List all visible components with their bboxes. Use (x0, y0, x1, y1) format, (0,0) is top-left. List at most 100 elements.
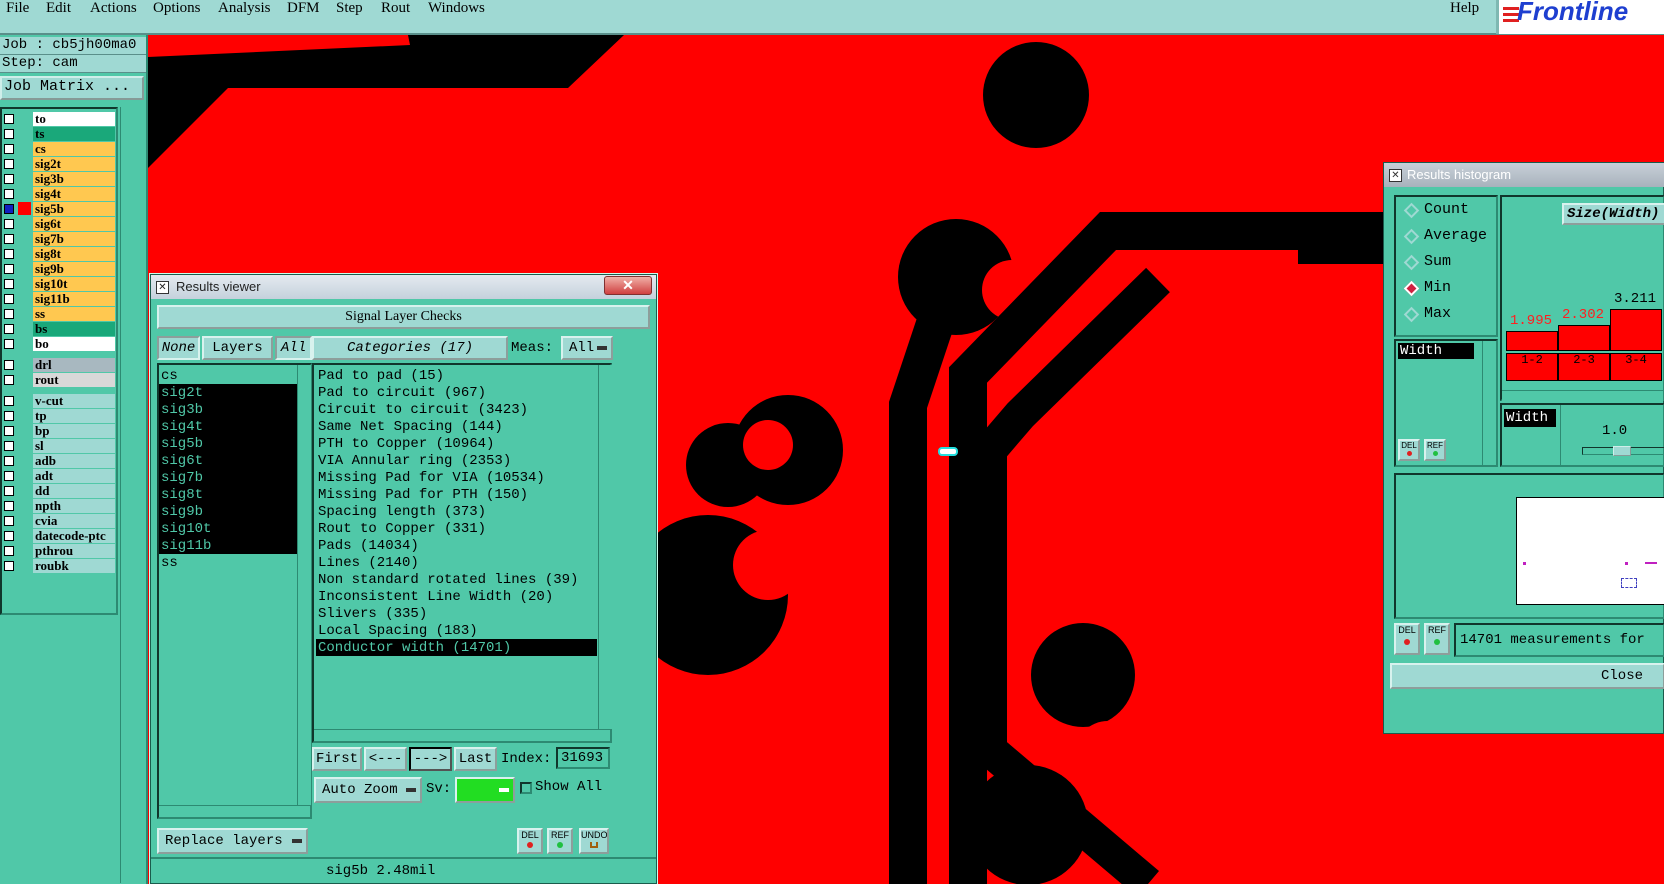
layer-row-sl[interactable]: sl (2, 438, 116, 453)
layer-checkbox[interactable] (4, 396, 14, 406)
check-set-header[interactable]: Signal Layer Checks (157, 305, 650, 329)
layer-checkbox[interactable] (4, 531, 14, 541)
layer-work-marker[interactable] (18, 544, 31, 557)
category-item[interactable]: Rout to Copper (331) (316, 520, 597, 537)
result-layer-item[interactable]: sig2t (159, 384, 297, 401)
del-button[interactable]: DEL (517, 828, 543, 854)
category-item[interactable]: Missing Pad for VIA (10534) (316, 469, 597, 486)
layer-checkbox[interactable] (4, 486, 14, 496)
layer-work-marker[interactable] (18, 409, 31, 422)
layer-work-marker[interactable] (18, 142, 31, 155)
menu-help[interactable]: Help (1450, 0, 1479, 17)
layer-work-marker[interactable] (18, 439, 31, 452)
category-item[interactable]: Spacing length (373) (316, 503, 597, 520)
ref-button[interactable]: REF (547, 828, 573, 854)
layer-work-marker[interactable] (18, 514, 31, 527)
layer-row-sig3b[interactable]: sig3b (2, 171, 116, 186)
result-layer-item[interactable]: sig10t (159, 520, 297, 537)
layer-checkbox[interactable] (4, 324, 14, 334)
layer-checkbox[interactable] (4, 159, 14, 169)
layer-work-marker[interactable] (18, 187, 31, 200)
layer-work-marker[interactable] (18, 559, 31, 572)
category-item[interactable]: PTH to Copper (10964) (316, 435, 597, 452)
layer-row-sig5b[interactable]: sig5b (2, 201, 116, 216)
layer-work-marker[interactable] (18, 454, 31, 467)
close-icon[interactable]: ✕ (604, 276, 652, 295)
layer-row-sig9b[interactable]: sig9b (2, 261, 116, 276)
show-all-checkbox[interactable] (520, 782, 532, 794)
category-item[interactable]: Conductor width (14701) (316, 639, 597, 656)
layer-checkbox[interactable] (4, 441, 14, 451)
bin-width-slider[interactable] (1582, 446, 1664, 456)
menu-file[interactable]: File (6, 0, 29, 17)
mode-radio-average[interactable]: Average (1403, 227, 1506, 249)
layer-checkbox[interactable] (4, 279, 14, 289)
layer-row-sig2t[interactable]: sig2t (2, 156, 116, 171)
field-list-scrollbar[interactable] (1482, 341, 1496, 465)
layer-checkbox[interactable] (4, 501, 14, 511)
layer-work-marker[interactable] (18, 358, 31, 371)
slider-field-scrollbar[interactable] (1560, 405, 1574, 465)
layer-row-sig7b[interactable]: sig7b (2, 231, 116, 246)
histogram-bar[interactable] (1506, 331, 1558, 351)
layer-work-marker[interactable] (18, 247, 31, 260)
layer-work-marker[interactable] (18, 394, 31, 407)
layer-row-roubk[interactable]: roubk (2, 558, 116, 573)
layer-work-marker[interactable] (18, 322, 31, 335)
last-button[interactable]: Last (454, 747, 497, 771)
auto-zoom-dropdown[interactable]: Auto Zoom (314, 777, 422, 803)
layer-work-marker[interactable] (18, 337, 31, 350)
layer-work-marker[interactable] (18, 529, 31, 542)
layer-checkbox[interactable] (4, 189, 14, 199)
category-item[interactable]: Inconsistent Line Width (20) (316, 588, 597, 605)
layer-checkbox[interactable] (4, 561, 14, 571)
none-button[interactable]: None (157, 336, 200, 360)
layer-row-bo[interactable]: bo (2, 336, 116, 351)
layer-checkbox[interactable] (4, 360, 14, 370)
menu-dfm[interactable]: DFM (287, 0, 320, 17)
category-item[interactable]: VIA Annular ring (2353) (316, 452, 597, 469)
layer-work-marker[interactable] (18, 307, 31, 320)
menu-options[interactable]: Options (153, 0, 201, 17)
window-icon[interactable]: ✕ (1389, 169, 1402, 182)
menu-rout[interactable]: Rout (381, 0, 410, 17)
menu-analysis[interactable]: Analysis (218, 0, 271, 17)
category-item[interactable]: Pad to circuit (967) (316, 384, 597, 401)
category-item[interactable]: Slivers (335) (316, 605, 597, 622)
layer-checkbox[interactable] (4, 174, 14, 184)
layer-panel-scrollbar[interactable] (120, 107, 144, 883)
field-del-button[interactable]: DEL (1398, 439, 1420, 461)
layer-row-drl[interactable]: drl (2, 357, 116, 372)
job-matrix-button[interactable]: Job Matrix ... (0, 76, 144, 100)
layer-work-marker[interactable] (18, 112, 31, 125)
layer-row-dd[interactable]: dd (2, 483, 116, 498)
layer-row-to[interactable]: to (2, 111, 116, 126)
menu-edit[interactable]: Edit (46, 0, 71, 17)
layer-work-marker[interactable] (18, 373, 31, 386)
next-button[interactable]: ---> (409, 747, 452, 771)
category-item[interactable]: Missing Pad for PTH (150) (316, 486, 597, 503)
layer-work-marker[interactable] (18, 157, 31, 170)
results-viewer-titlebar[interactable]: ✕ Results viewer ✕ (151, 275, 656, 299)
layer-row-ss[interactable]: ss (2, 306, 116, 321)
category-item[interactable]: Non standard rotated lines (39) (316, 571, 597, 588)
measurement-marker[interactable] (938, 447, 958, 456)
slider-field-width[interactable]: Width (1504, 409, 1556, 427)
first-button[interactable]: First (312, 747, 362, 771)
layer-checkbox[interactable] (4, 234, 14, 244)
layer-row-cvia[interactable]: cvia (2, 513, 116, 528)
layer-checkbox[interactable] (4, 249, 14, 259)
result-layer-item[interactable]: sig3b (159, 401, 297, 418)
layer-checkbox[interactable] (4, 204, 14, 214)
layer-checkbox[interactable] (4, 309, 14, 319)
result-layer-item[interactable]: sig11b (159, 537, 297, 554)
layer-work-marker[interactable] (18, 217, 31, 230)
result-layer-item[interactable]: cs (159, 367, 297, 384)
layer-checkbox[interactable] (4, 516, 14, 526)
layer-row-rout[interactable]: rout (2, 372, 116, 387)
field-ref-button[interactable]: REF (1424, 439, 1446, 461)
histogram-bar[interactable] (1558, 325, 1610, 351)
layer-work-marker[interactable] (18, 277, 31, 290)
histogram-close-button[interactable]: Close (1390, 663, 1664, 689)
layer-work-marker[interactable] (18, 172, 31, 185)
